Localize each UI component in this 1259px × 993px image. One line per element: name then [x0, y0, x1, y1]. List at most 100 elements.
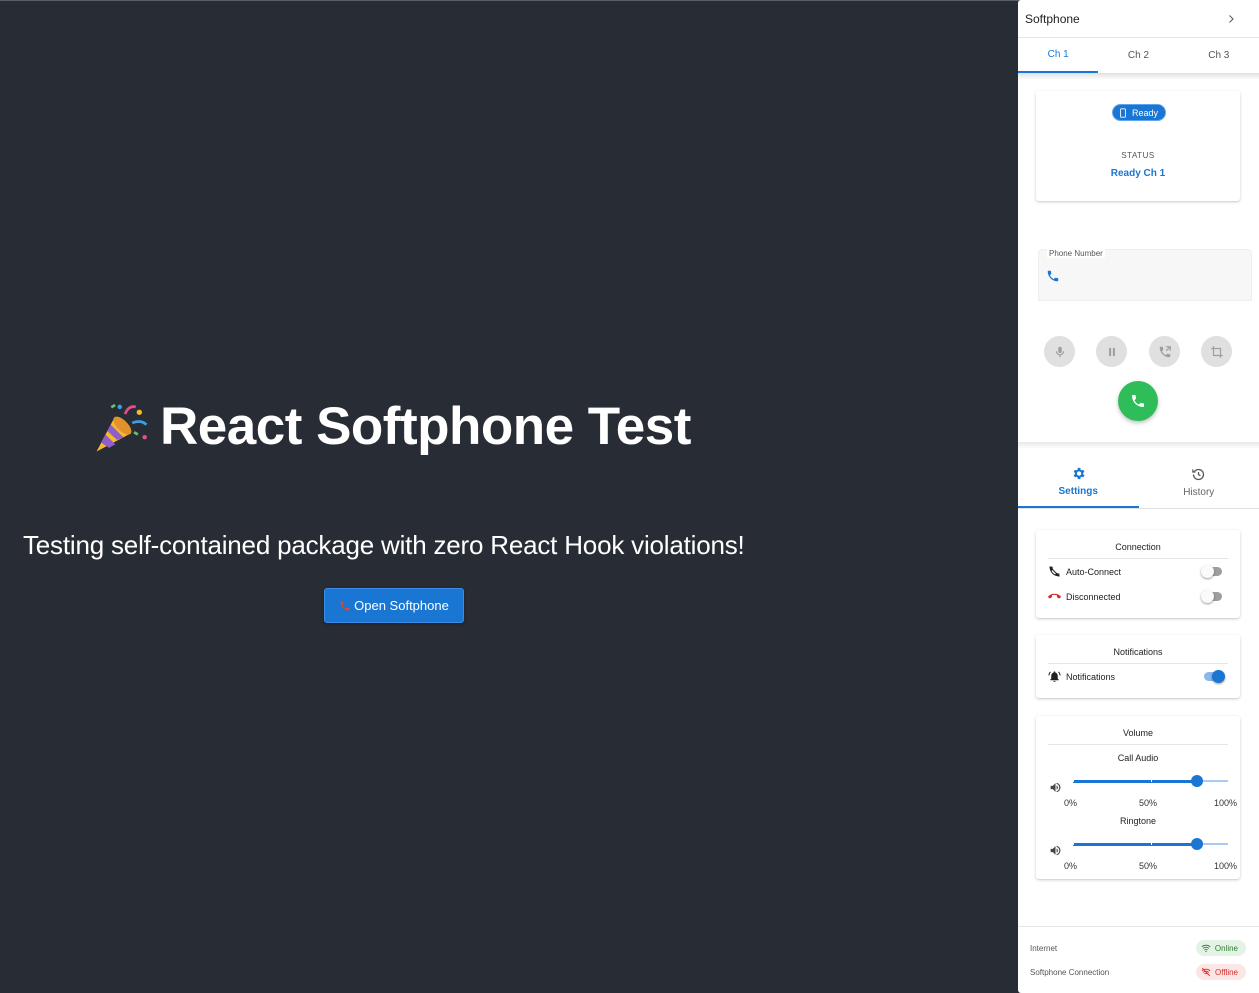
slider-tick [1073, 780, 1074, 782]
hold-button[interactable] [1096, 336, 1127, 367]
slider-fill [1073, 842, 1197, 846]
call-audio-marks: 0% 50% 100% [1036, 794, 1240, 814]
ringtone-slider[interactable] [1073, 838, 1229, 850]
mark-50: 50% [1139, 798, 1158, 808]
status-badge: Ready [1112, 104, 1167, 121]
speaker-icon [1050, 782, 1061, 793]
volume-title: Volume [1122, 728, 1154, 738]
bell-active-icon [1048, 671, 1061, 682]
transfer-button[interactable] [1149, 336, 1180, 367]
tab-history[interactable]: History [1139, 456, 1259, 508]
history-icon [1192, 468, 1205, 480]
page-title: React Softphone Test [93, 396, 691, 457]
drawer-title: Softphone [1025, 11, 1080, 26]
page-subtitle: Testing self-contained package with zero… [23, 530, 745, 560]
tab-settings[interactable]: Settings [1018, 456, 1139, 508]
tab-ch-2[interactable]: Ch 2 [1098, 38, 1178, 73]
transfer-icon [1159, 345, 1171, 357]
call-audio-label: Call Audio [1117, 753, 1159, 763]
ringtone-slider-row [1036, 832, 1240, 857]
drawer-header: Softphone [1018, 0, 1259, 38]
page-title-text: React Softphone Test [160, 397, 691, 456]
party-popper-icon [96, 403, 148, 452]
chevron-right-icon[interactable] [1225, 13, 1237, 25]
slider-thumb[interactable] [1191, 838, 1203, 850]
gear-icon [1073, 467, 1085, 479]
disconnected-label: Disconnected [1066, 591, 1121, 602]
phone-disabled-icon [1049, 566, 1060, 577]
pause-icon [1108, 347, 1115, 356]
slider-tick [1150, 843, 1152, 845]
auto-connect-toggle[interactable] [1201, 565, 1222, 578]
internet-status-row: Internet Online [1030, 939, 1246, 957]
slider-thumb[interactable] [1191, 775, 1203, 787]
open-softphone-button[interactable]: Open Softphone [324, 588, 464, 623]
crop-button[interactable] [1201, 336, 1232, 367]
notifications-label: Notifications [1066, 671, 1116, 682]
softphone-connection-label: Softphone Connection [1030, 967, 1110, 977]
tab-ch-1[interactable]: Ch 1 [1018, 38, 1099, 73]
phone-icon [1047, 270, 1059, 282]
slider-tick [1150, 780, 1152, 782]
notifications-card: Notifications Notifications [1036, 635, 1240, 698]
mark-100: 100% [1214, 861, 1238, 871]
mute-button[interactable] [1044, 336, 1075, 367]
internet-label: Internet [1030, 943, 1058, 953]
status-label: STATUS [1121, 151, 1155, 160]
mic-icon [1055, 346, 1064, 357]
auto-connect-row: Auto-Connect [1036, 559, 1240, 584]
crop-icon [1210, 345, 1223, 358]
tab-ch-3[interactable]: Ch 3 [1179, 38, 1259, 73]
mark-50: 50% [1139, 861, 1158, 871]
tabs-shadow [1018, 74, 1259, 80]
call-audio-slider[interactable] [1073, 775, 1229, 787]
tab-history-label: History [1183, 486, 1215, 498]
tab-settings-label: Settings [1058, 485, 1098, 497]
section-tabs: Settings History [1018, 456, 1259, 509]
phone-number-label: Phone Number [1047, 249, 1105, 258]
status-value: Ready Ch 1 [1110, 168, 1166, 179]
phone-icon [340, 601, 350, 610]
call-icon [1132, 395, 1144, 407]
wifi-off-icon [1201, 967, 1211, 977]
ringtone-marks: 0% 50% 100% [1036, 857, 1240, 877]
slider-fill [1073, 779, 1197, 783]
slider-tick [1073, 843, 1074, 845]
wifi-icon [1201, 944, 1211, 952]
section-divider [1018, 442, 1259, 449]
softphone-connection-row: Softphone Connection Offline [1030, 963, 1246, 981]
internet-status-text: Online [1214, 943, 1238, 953]
app-main: React Softphone Test Testing self-contai… [0, 0, 1018, 993]
connection-card: Connection Auto-Connect Disconnected [1036, 530, 1240, 618]
open-softphone-label: Open Softphone [354, 598, 449, 613]
call-end-icon [1048, 593, 1061, 599]
softphone-drawer: Softphone Ch 1 Ch 2 Ch 3 Ready STATUS Re… [1018, 0, 1259, 993]
status-footer: Internet Online Softphone Connection Off… [1018, 926, 1259, 993]
channel-tabs: Ch 1 Ch 2 Ch 3 [1018, 38, 1259, 74]
notifications-title: Notifications [1113, 647, 1163, 657]
notifications-row: Notifications [1036, 664, 1240, 689]
dialer-section: Phone Number [1018, 224, 1259, 442]
status-badge-label: Ready [1132, 107, 1159, 118]
softphone-connection-badge: Offline [1196, 964, 1246, 980]
status-card: Ready STATUS Ready Ch 1 [1036, 91, 1240, 201]
mark-0: 0% [1064, 798, 1078, 808]
internet-status-badge: Online [1195, 940, 1246, 956]
mobile-phone-icon [1120, 107, 1126, 118]
call-button[interactable] [1118, 381, 1158, 421]
ringtone-label: Ringtone [1119, 816, 1157, 826]
mark-0: 0% [1064, 861, 1078, 871]
slider-tick [1228, 780, 1229, 782]
card-divider [1048, 744, 1228, 745]
softphone-connection-text: Offline [1215, 967, 1238, 977]
volume-card: Volume Call Audio 0% 50% 100% Ringtone 0… [1036, 716, 1240, 879]
disconnected-row: Disconnected [1036, 584, 1240, 609]
slider-tick [1228, 843, 1229, 845]
speaker-icon [1050, 845, 1061, 856]
connection-title: Connection [1115, 542, 1161, 552]
mark-100: 100% [1214, 798, 1238, 808]
notifications-toggle[interactable] [1204, 670, 1225, 683]
call-audio-slider-row [1036, 769, 1240, 794]
phone-number-field[interactable]: Phone Number [1038, 249, 1252, 301]
disconnected-toggle[interactable] [1201, 590, 1222, 603]
